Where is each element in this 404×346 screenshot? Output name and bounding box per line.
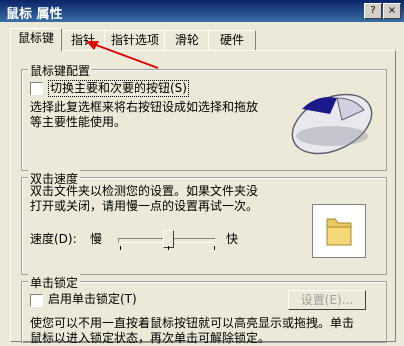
close-button[interactable]: ×: [383, 3, 401, 19]
tab-wheel[interactable]: 滑轮: [164, 30, 210, 50]
tab-hardware[interactable]: 硬件: [208, 30, 256, 50]
click-lock-title: 单击锁定: [28, 274, 81, 291]
button-config-title: 鼠标键配置: [28, 62, 93, 79]
button-config-desc-2: 等主要性能使用。: [30, 115, 127, 129]
test-folder-area[interactable]: [312, 204, 366, 258]
click-lock-group: 单击锁定 启用单击锁定(T) 设置(E)... 使您可以不用一直按着鼠标按钮就可…: [21, 274, 387, 345]
speed-label: 速度(D):: [30, 232, 77, 246]
double-click-desc-1: 双击文件夹以检测您的设置。如果文件夹没: [30, 184, 259, 198]
button-config-desc-1: 选择此复选框来将右按钮设成如选择和拖放: [30, 100, 259, 114]
speed-slow-label: 慢: [90, 232, 103, 246]
tab-pointers[interactable]: 指针: [60, 30, 106, 50]
click-lock-checkbox[interactable]: [30, 294, 43, 307]
slider-tick: [120, 246, 121, 250]
double-click-desc-2: 打开或关闭，请用慢一点的设置再试一次。: [30, 199, 259, 213]
help-button[interactable]: ?: [364, 3, 382, 19]
speed-fast-label: 快: [226, 232, 239, 246]
tab-pointer-options[interactable]: 指针选项: [104, 30, 166, 50]
button-config-group: 鼠标键配置 切换主要和次要的按钮(S) 选择此复选框来将右按钮设成如选择和拖放 …: [21, 62, 387, 171]
slider-tick: [168, 246, 169, 250]
settings-button[interactable]: 设置(E)...: [288, 290, 366, 310]
double-click-group: 双击速度 双击文件夹以检测您的设置。如果文件夹没 打开或关闭，请用慢一点的设置再…: [21, 170, 387, 275]
click-lock-desc-1: 使您可以不用一直按着鼠标按钮就可以高亮显示或拖拽。单击: [30, 316, 355, 330]
switch-buttons-checkbox[interactable]: [30, 82, 43, 95]
title-bar: 鼠标 属性 ? ×: [0, 0, 404, 22]
window-title: 鼠标 属性: [6, 7, 63, 22]
tab-buttons[interactable]: 鼠标键: [10, 28, 62, 51]
slider-tick: [214, 246, 215, 250]
click-lock-label[interactable]: 启用单击锁定(T): [48, 292, 137, 307]
tab-panel: 鼠标键配置 切换主要和次要的按钮(S) 选择此复选框来将右按钮设成如选择和拖放 …: [10, 50, 396, 345]
folder-icon[interactable]: [313, 205, 365, 257]
switch-buttons-label[interactable]: 切换主要和次要的按钮(S): [48, 80, 189, 97]
mouse-icon: [291, 93, 373, 155]
click-lock-desc-2: 鼠标以进入锁定状态，再次单击可解除锁定。: [30, 331, 271, 345]
